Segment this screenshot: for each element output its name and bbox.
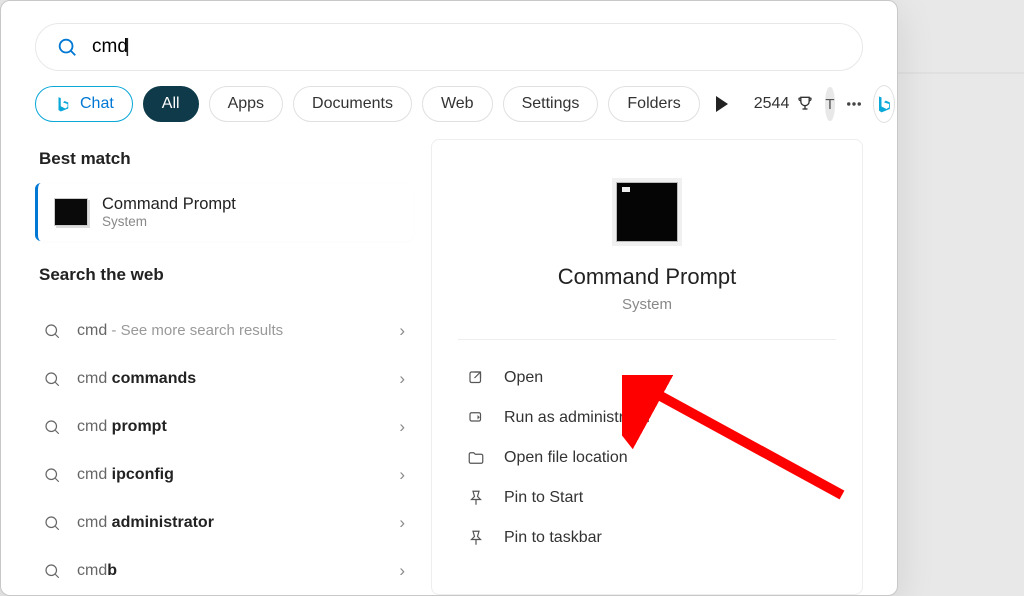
folder-icon (467, 449, 485, 467)
web-results-list: cmd - See more search results › cmd comm… (35, 307, 413, 595)
chat-pill[interactable]: Chat (35, 86, 133, 122)
filter-folders[interactable]: Folders (608, 86, 699, 122)
action-open[interactable]: Open (458, 358, 836, 398)
search-icon (43, 322, 61, 340)
action-run-admin-label: Run as administrator (504, 409, 652, 427)
web-result[interactable]: cmdb › (35, 547, 413, 595)
chevron-right-icon: › (399, 465, 405, 485)
action-pin-start-label: Pin to Start (504, 489, 583, 507)
filter-documents[interactable]: Documents (293, 86, 412, 122)
web-result[interactable]: cmd commands › (35, 355, 413, 403)
action-pin-taskbar[interactable]: Pin to taskbar (458, 518, 836, 558)
chevron-right-icon: › (399, 513, 405, 533)
search-icon (43, 514, 61, 532)
filter-web[interactable]: Web (422, 86, 493, 122)
chevron-right-icon: › (399, 417, 405, 437)
windows-search-panel: cmd Chat All Apps Documents Web Settings… (0, 0, 898, 596)
search-icon (43, 418, 61, 436)
filter-row: Chat All Apps Documents Web Settings Fol… (35, 85, 863, 123)
user-avatar[interactable]: T (825, 87, 834, 121)
filter-all-label: All (162, 95, 180, 113)
detail-subtitle: System (458, 296, 836, 313)
search-icon (43, 466, 61, 484)
search-input-value: cmd (92, 36, 130, 58)
bing-button[interactable] (873, 85, 895, 123)
detail-title: Command Prompt (458, 264, 836, 290)
open-icon (467, 369, 485, 387)
best-match-subtitle: System (102, 214, 236, 229)
search-box[interactable]: cmd (35, 23, 863, 71)
web-result[interactable]: cmd ipconfig › (35, 451, 413, 499)
best-match-result[interactable]: Command Prompt System (35, 183, 413, 241)
shield-icon (467, 409, 485, 427)
search-icon (43, 370, 61, 388)
chevron-right-icon: › (399, 369, 405, 389)
ellipsis-icon (845, 95, 863, 113)
best-match-title: Command Prompt (102, 195, 236, 214)
command-prompt-hero-icon (616, 182, 678, 242)
web-result[interactable]: cmd - See more search results › (35, 307, 413, 355)
search-web-heading: Search the web (35, 255, 413, 299)
pin-icon (467, 529, 485, 547)
bing-icon (54, 95, 72, 113)
trophy-icon (795, 94, 815, 114)
action-open-location-label: Open file location (504, 449, 628, 467)
action-open-label: Open (504, 369, 543, 387)
more-filters-button[interactable] (716, 96, 728, 112)
web-result[interactable]: cmd administrator › (35, 499, 413, 547)
chat-label: Chat (80, 95, 114, 113)
chevron-right-icon: › (399, 561, 405, 581)
separator (458, 339, 836, 340)
detail-panel: Command Prompt System Open Run as admini… (431, 139, 863, 595)
command-prompt-icon (54, 198, 88, 226)
rewards-points: 2544 (754, 95, 790, 113)
best-match-heading: Best match (35, 139, 413, 183)
filter-settings[interactable]: Settings (503, 86, 599, 122)
filter-all[interactable]: All (143, 86, 199, 122)
pin-icon (467, 489, 485, 507)
chevron-right-icon: › (399, 321, 405, 341)
action-pin-start[interactable]: Pin to Start (458, 478, 836, 518)
action-run-admin[interactable]: Run as administrator (458, 398, 836, 438)
search-icon (56, 36, 78, 58)
web-result[interactable]: cmd prompt › (35, 403, 413, 451)
bing-icon (874, 94, 894, 114)
results-column: Best match Command Prompt System Search … (35, 139, 413, 595)
search-icon (43, 562, 61, 580)
rewards-counter[interactable]: 2544 (754, 94, 816, 114)
more-options-button[interactable] (845, 87, 863, 121)
action-pin-taskbar-label: Pin to taskbar (504, 529, 602, 547)
filter-apps[interactable]: Apps (209, 86, 283, 122)
action-open-location[interactable]: Open file location (458, 438, 836, 478)
